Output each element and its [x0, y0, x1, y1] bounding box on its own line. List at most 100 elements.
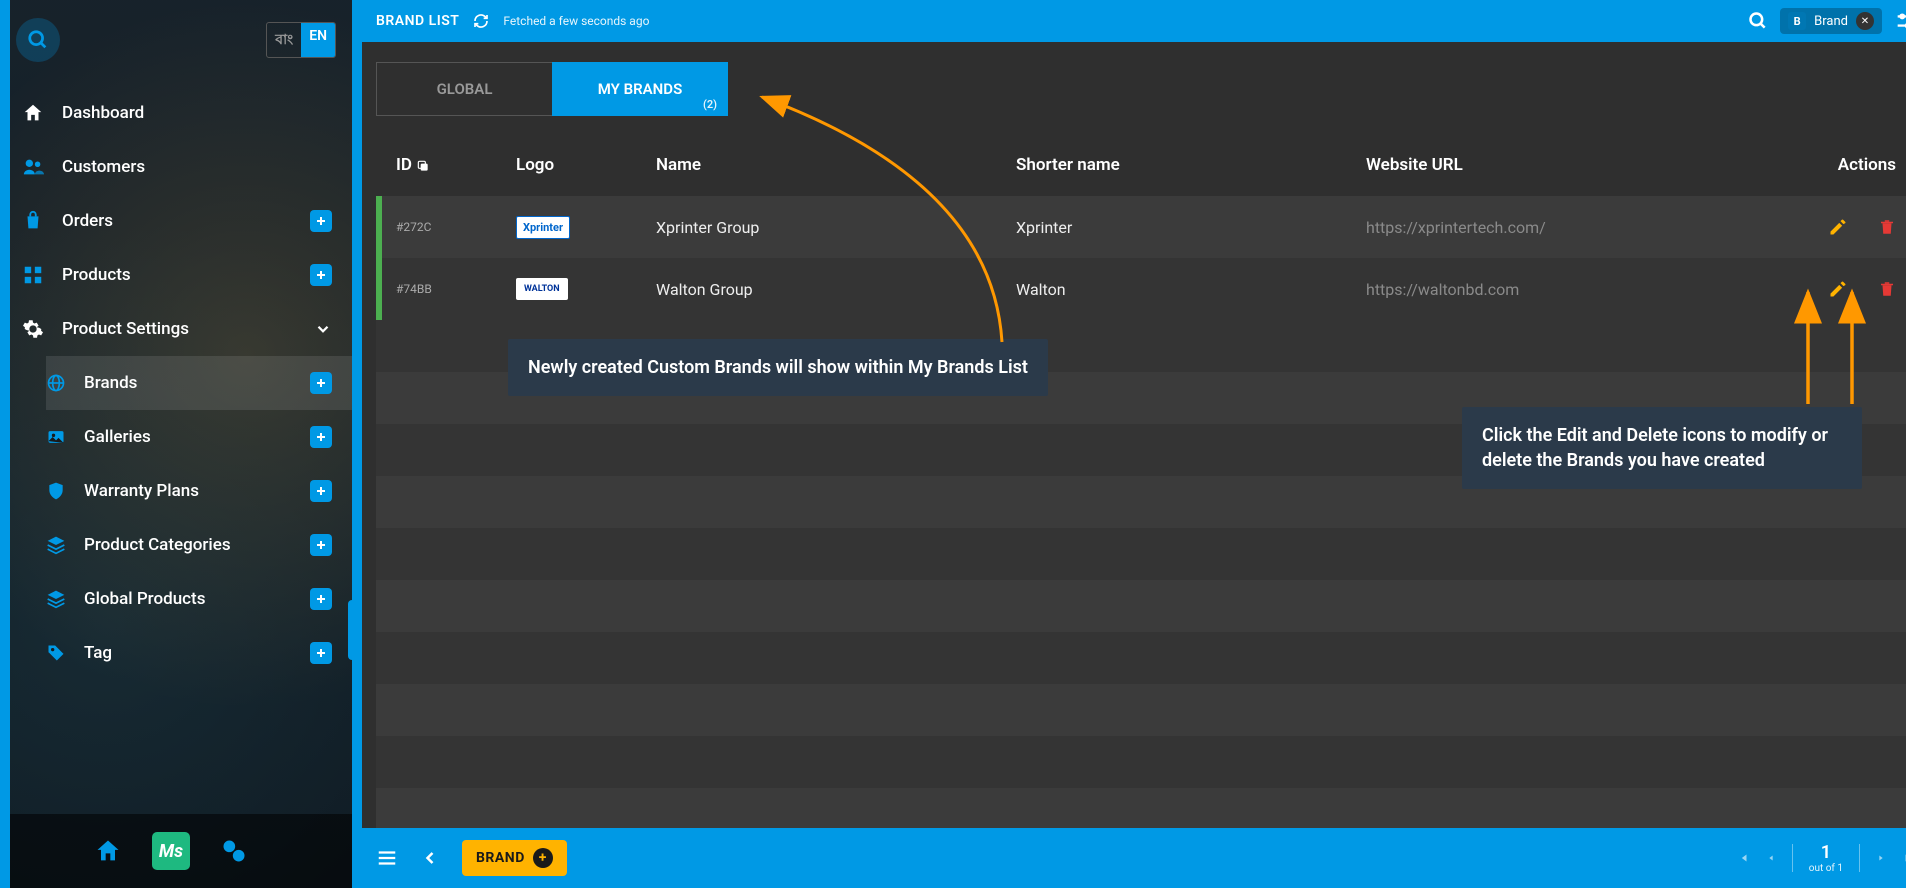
table-row[interactable]: #74BB WALTON Walton Group Walton https:/…: [376, 258, 1906, 320]
tag-icon: [46, 643, 66, 663]
sidebar-item-brands[interactable]: Brands: [46, 356, 352, 410]
ms-badge[interactable]: Ms: [152, 832, 190, 870]
add-gallery-button[interactable]: [310, 426, 332, 448]
annotation-callout: Newly created Custom Brands will show wi…: [508, 339, 1048, 396]
shield-icon: [46, 481, 66, 501]
brand-logo: WALTON: [516, 278, 568, 300]
sidebar: বাং EN Dashboard Customers Orders Produc…: [0, 0, 352, 888]
pager-first-icon[interactable]: [1736, 851, 1750, 865]
sidebar-item-label: Dashboard: [62, 103, 144, 123]
gear-icon: [22, 318, 44, 340]
fetch-status: Fetched a few seconds ago: [503, 14, 649, 28]
sidebar-item-label: Product Categories: [84, 535, 231, 555]
tune-icon[interactable]: [1894, 10, 1906, 32]
layers-icon: [46, 535, 66, 555]
home-icon[interactable]: [94, 837, 122, 865]
tab-label: GLOBAL: [437, 80, 493, 98]
cell-url: https://waltonbd.com: [1366, 280, 1796, 299]
sidebar-nav: Dashboard Customers Orders Products Prod…: [0, 80, 352, 686]
search-icon: [27, 29, 49, 51]
sidebar-item-label: Global Products: [84, 589, 205, 609]
pager: 1 out of 1: [1736, 842, 1906, 874]
tab-my-brands[interactable]: MY BRANDS (2): [552, 62, 728, 116]
topbar: BRAND LIST Fetched a few seconds ago B B…: [362, 0, 1906, 42]
create-brand-button[interactable]: BRAND +: [462, 840, 567, 876]
page-title: BRAND LIST: [376, 13, 459, 29]
edit-icon[interactable]: [1828, 217, 1848, 237]
sidebar-item-warranty[interactable]: Warranty Plans: [46, 464, 352, 518]
sidebar-item-tag[interactable]: Tag: [46, 626, 352, 680]
gear-union-icon[interactable]: [220, 837, 248, 865]
cell-name: Walton Group: [656, 280, 1016, 299]
cell-id: #74BB: [396, 282, 516, 296]
sidebar-item-dashboard[interactable]: Dashboard: [0, 86, 352, 140]
add-tag-button[interactable]: [310, 642, 332, 664]
refresh-icon[interactable]: [473, 13, 489, 29]
filter-chip-brand[interactable]: B Brand ✕: [1780, 8, 1882, 34]
language-switch[interactable]: বাং EN: [266, 22, 336, 58]
add-order-button[interactable]: [310, 210, 332, 232]
edit-icon[interactable]: [1828, 279, 1848, 299]
table-row[interactable]: #272C Xprinter Xprinter Group Xprinter h…: [376, 196, 1906, 258]
plus-icon: [315, 647, 327, 659]
sidebar-scrollbar[interactable]: [348, 600, 356, 660]
sidebar-footer: Ms: [0, 814, 352, 888]
chevron-left-icon[interactable]: [420, 848, 440, 868]
plus-icon: [315, 377, 327, 389]
chevron-down-icon: [314, 320, 332, 338]
add-product-button[interactable]: [310, 264, 332, 286]
globe-icon: [46, 373, 66, 393]
sidebar-item-global-products[interactable]: Global Products: [46, 572, 352, 626]
pager-last-icon[interactable]: [1902, 851, 1906, 865]
add-brand-button[interactable]: [310, 372, 332, 394]
menu-icon[interactable]: [376, 847, 398, 869]
users-icon: [22, 156, 44, 178]
annotation-callout: Click the Edit and Delete icons to modif…: [1462, 407, 1862, 489]
add-category-button[interactable]: [310, 534, 332, 556]
chip-label: Brand: [1814, 14, 1848, 29]
add-warranty-button[interactable]: [310, 480, 332, 502]
sidebar-item-label: Customers: [62, 157, 145, 177]
sidebar-item-categories[interactable]: Product Categories: [46, 518, 352, 572]
row-status-bar: [376, 258, 382, 320]
search-button[interactable]: [16, 18, 60, 62]
divider-strip: [352, 0, 362, 888]
cell-logo: WALTON: [516, 278, 656, 300]
copy-icon[interactable]: [416, 159, 430, 173]
col-name: Name: [656, 155, 1016, 175]
tab-count: (2): [703, 98, 717, 111]
plus-icon: [315, 485, 327, 497]
col-logo: Logo: [516, 155, 656, 175]
sidebar-item-label: Products: [62, 265, 131, 285]
sidebar-item-label: Galleries: [84, 427, 151, 447]
grid-icon: [22, 264, 44, 286]
tab-global[interactable]: GLOBAL: [376, 62, 552, 116]
sidebar-accent: [0, 0, 10, 888]
pager-prev-icon[interactable]: [1766, 851, 1776, 865]
sidebar-item-label: Brands: [84, 373, 137, 393]
sidebar-item-product-settings[interactable]: Product Settings: [0, 302, 352, 356]
plus-icon: [315, 269, 327, 281]
lang-bn[interactable]: বাং: [267, 23, 301, 57]
add-global-product-button[interactable]: [310, 588, 332, 610]
layers-icon: [46, 589, 66, 609]
sidebar-item-galleries[interactable]: Galleries: [46, 410, 352, 464]
lang-en[interactable]: EN: [301, 23, 335, 57]
sidebar-item-customers[interactable]: Customers: [0, 140, 352, 194]
cell-name: Xprinter Group: [656, 218, 1016, 237]
button-label: BRAND: [476, 850, 525, 866]
pager-next-icon[interactable]: [1876, 851, 1886, 865]
search-icon[interactable]: [1748, 11, 1768, 31]
close-icon[interactable]: ✕: [1856, 12, 1874, 30]
col-url: Website URL: [1366, 155, 1796, 175]
delete-icon[interactable]: [1878, 279, 1896, 299]
bottombar: BRAND + 1 out of 1: [362, 828, 1906, 888]
sidebar-item-label: Product Settings: [62, 319, 189, 339]
sidebar-item-label: Orders: [62, 211, 113, 231]
plus-icon: [315, 593, 327, 605]
sidebar-item-products[interactable]: Products: [0, 248, 352, 302]
tab-label: MY BRANDS: [598, 80, 682, 98]
delete-icon[interactable]: [1878, 217, 1896, 237]
cell-id: #272C: [396, 220, 516, 234]
sidebar-item-orders[interactable]: Orders: [0, 194, 352, 248]
